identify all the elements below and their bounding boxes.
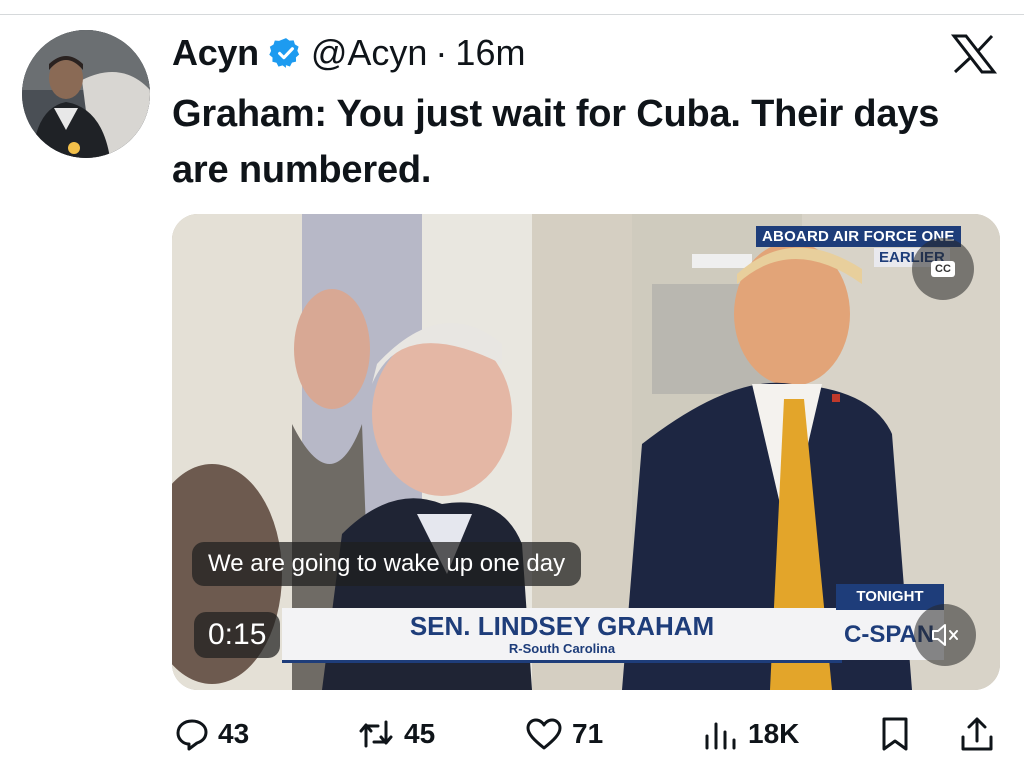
reply-count: 43 — [218, 718, 250, 749]
like-count: 71 — [572, 718, 604, 749]
author-avatar[interactable] — [22, 30, 150, 158]
video-duration: 0:15 — [194, 612, 281, 658]
repost-button[interactable]: 45 — [356, 712, 435, 756]
post-actions: 43 45 71 18K — [0, 712, 1024, 756]
views-icon — [705, 722, 736, 750]
bookmark-icon — [882, 717, 908, 751]
closed-captions-button[interactable]: CC — [912, 238, 974, 300]
network-tag: TONIGHT — [836, 584, 944, 610]
bookmark-button[interactable] — [878, 712, 912, 756]
reply-button[interactable]: 43 — [174, 712, 249, 756]
top-divider — [0, 14, 1024, 15]
post-timestamp[interactable]: 16m — [455, 32, 525, 74]
verified-badge-icon — [269, 38, 300, 68]
share-icon — [961, 717, 993, 751]
views-count: 18K — [748, 718, 800, 749]
lower-third: SEN. LINDSEY GRAHAM R-South Carolina — [282, 608, 842, 663]
header-separator: · — [435, 32, 448, 73]
like-icon — [526, 718, 562, 750]
x-logo-icon — [950, 34, 998, 74]
post-header: Acyn @Acyn · 16m — [172, 28, 525, 78]
repost-icon — [359, 720, 393, 748]
mute-button[interactable] — [914, 604, 976, 666]
video-player[interactable]: ABOARD AIR FORCE ONE EARLIER CC We are g… — [172, 214, 1000, 690]
repost-count: 45 — [404, 718, 436, 749]
share-button[interactable] — [958, 712, 996, 756]
lower-third-name: SEN. LINDSEY GRAHAM — [409, 611, 715, 641]
lower-third-subtitle: R-South Carolina — [508, 641, 616, 656]
mute-icon — [932, 624, 958, 646]
author-handle[interactable]: @Acyn — [311, 32, 428, 74]
closed-captions-icon: CC — [931, 261, 955, 277]
post-text: Graham: You just wait for Cuba. Their da… — [172, 93, 940, 191]
like-button[interactable]: 71 — [524, 712, 603, 756]
views-button[interactable]: 18K — [702, 712, 799, 756]
video-caption: We are going to wake up one day — [192, 542, 582, 586]
author-name[interactable]: Acyn — [172, 32, 259, 74]
reply-icon — [176, 719, 208, 751]
